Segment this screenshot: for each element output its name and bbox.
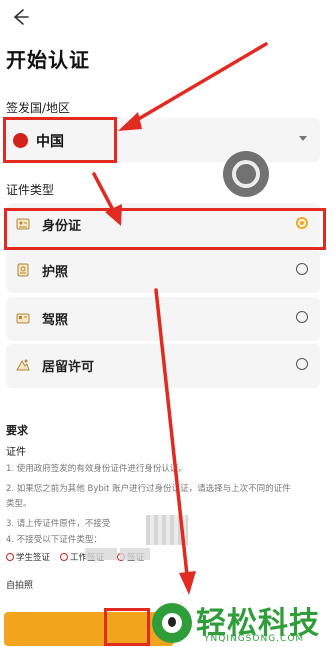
annotation-box-id-card	[4, 208, 326, 250]
residence-permit-icon	[16, 359, 30, 371]
x-circle-icon	[6, 553, 14, 561]
invalid-visa-label: 学生签证	[16, 553, 51, 563]
chevron-down-icon[interactable]	[299, 136, 307, 141]
assistive-touch-button[interactable]	[223, 151, 269, 197]
requirements-title: 要求	[6, 424, 28, 437]
country-label: 签发国/地区	[6, 101, 71, 115]
driver-license-icon	[16, 313, 30, 324]
radio-unselected[interactable]	[296, 263, 308, 275]
requirement-line: 4. 不接受以下证件类型：	[6, 535, 102, 545]
requirement-line: 3. 请上传证件原件，不接受	[6, 519, 111, 529]
doc-option-label: 居留许可	[42, 360, 95, 375]
doc-option-label: 驾照	[42, 313, 69, 328]
blurred-region	[85, 548, 117, 560]
doc-option-driver-license[interactable]: 驾照	[6, 297, 320, 341]
back-arrow-icon[interactable]	[8, 6, 30, 28]
requirement-line: 类型。	[6, 499, 32, 509]
page-title: 开始认证	[6, 48, 90, 72]
doc-type-label: 证件类型	[6, 183, 55, 197]
annotation-box-button	[104, 608, 150, 646]
requirement-line: 2. 如果您之前为其他 Bybit 账户进行过身份认证，请选择与上次不同的证件	[6, 484, 291, 494]
requirement-line: 1. 使用政府签发的有效身份证件进行身份认证。	[6, 464, 187, 474]
x-circle-icon	[60, 553, 68, 561]
doc-option-label: 护照	[42, 265, 69, 280]
doc-option-passport[interactable]: 护照	[6, 249, 320, 293]
selfie-label: 自拍照	[6, 581, 34, 591]
blurred-region	[146, 515, 188, 545]
watermark-subtext: YNQINGSONG.COM	[204, 634, 305, 644]
requirements-subtitle: 证件	[6, 447, 26, 458]
watermark-logo-icon	[152, 603, 192, 643]
blurred-region	[120, 548, 150, 560]
passport-icon	[17, 263, 29, 277]
invalid-visa-item: 学生签证	[6, 551, 50, 563]
doc-option-residence-permit[interactable]: 居留许可	[6, 344, 320, 388]
annotation-box-country	[3, 117, 117, 163]
radio-unselected[interactable]	[296, 311, 308, 323]
radio-unselected[interactable]	[296, 358, 308, 370]
